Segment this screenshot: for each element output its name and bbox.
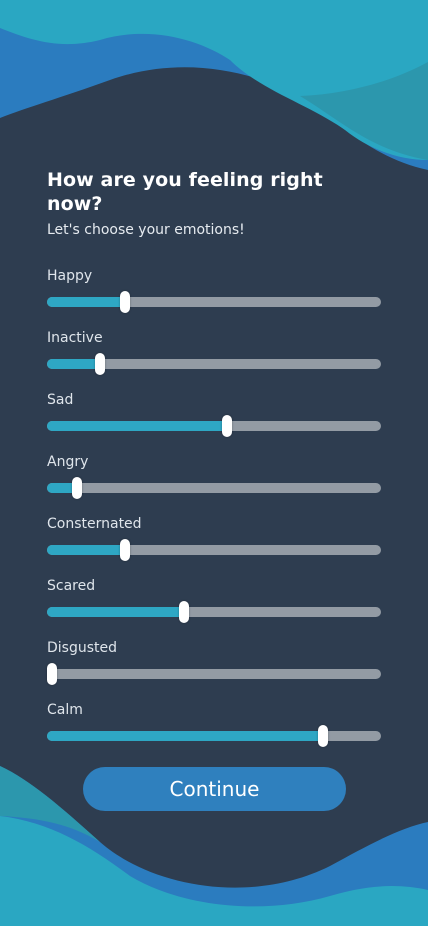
emotion-label: Scared bbox=[47, 578, 96, 594]
slider-fill bbox=[47, 359, 101, 369]
emotion-label: Consternated bbox=[47, 516, 142, 532]
emotion-slider-inactive[interactable] bbox=[47, 353, 381, 375]
emotion-slider-consternated[interactable] bbox=[47, 539, 381, 561]
slider-thumb[interactable] bbox=[178, 601, 189, 623]
emotion-row-happy: Happy bbox=[47, 268, 381, 331]
slider-thumb[interactable] bbox=[120, 539, 131, 561]
emotion-slider-disgusted[interactable] bbox=[47, 663, 381, 685]
emotion-slider-calm[interactable] bbox=[47, 725, 381, 747]
slider-track[interactable] bbox=[47, 669, 381, 679]
slider-fill bbox=[47, 731, 323, 741]
emotion-slider-happy[interactable] bbox=[47, 291, 381, 313]
emotion-label: Disgusted bbox=[47, 640, 118, 656]
emotion-label: Sad bbox=[47, 392, 74, 408]
emotion-form: How are you feeling right now? Let's cho… bbox=[47, 168, 381, 765]
slider-fill bbox=[47, 607, 184, 617]
emotion-slider-angry[interactable] bbox=[47, 477, 381, 499]
emotion-label: Calm bbox=[47, 702, 83, 718]
slider-fill bbox=[47, 545, 126, 555]
continue-button[interactable]: Continue bbox=[83, 767, 346, 811]
slider-thumb[interactable] bbox=[317, 725, 328, 747]
page-title: How are you feeling right now? bbox=[47, 169, 323, 215]
emotion-label: Happy bbox=[47, 268, 93, 284]
emotion-row-calm: Calm bbox=[47, 702, 381, 765]
emotion-slider-scared[interactable] bbox=[47, 601, 381, 623]
emotion-slider-sad[interactable] bbox=[47, 415, 381, 437]
emotion-row-sad: Sad bbox=[47, 392, 381, 455]
emotion-row-angry: Angry bbox=[47, 454, 381, 517]
emotion-row-scared: Scared bbox=[47, 578, 381, 641]
emotion-label: Inactive bbox=[47, 330, 103, 346]
emotion-row-consternated: Consternated bbox=[47, 516, 381, 579]
emotion-label: Angry bbox=[47, 454, 89, 470]
slider-thumb[interactable] bbox=[95, 353, 106, 375]
slider-fill bbox=[47, 421, 228, 431]
slider-thumb[interactable] bbox=[47, 663, 57, 685]
slider-fill bbox=[47, 297, 126, 307]
emotion-slider-list: Happy Inactive Sad Angry Consternated Sc… bbox=[47, 268, 381, 765]
slider-thumb[interactable] bbox=[120, 291, 131, 313]
slider-track[interactable] bbox=[47, 483, 381, 493]
page-subtitle: Let's choose your emotions! bbox=[47, 222, 245, 238]
slider-thumb[interactable] bbox=[72, 477, 83, 499]
slider-thumb[interactable] bbox=[222, 415, 233, 437]
top-wave-decoration bbox=[0, 0, 428, 170]
emotion-row-disgusted: Disgusted bbox=[47, 640, 381, 703]
emotion-row-inactive: Inactive bbox=[47, 330, 381, 393]
